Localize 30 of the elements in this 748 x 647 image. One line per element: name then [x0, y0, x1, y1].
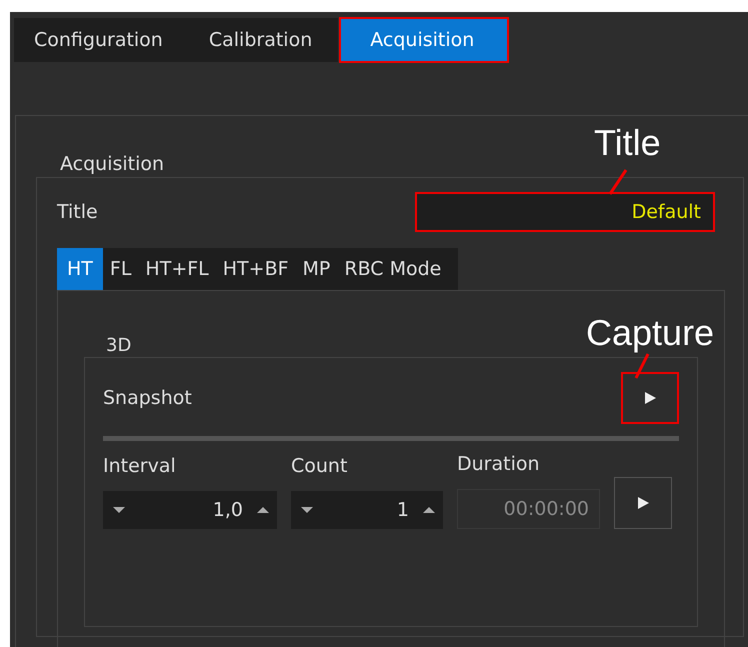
mode-tab[interactable]: RBC Mode	[337, 248, 448, 290]
up-arrow-icon	[257, 506, 269, 514]
down-arrow-icon	[301, 506, 313, 514]
mode-tab[interactable]: FL	[102, 248, 138, 290]
spin-box[interactable]: 1,0	[103, 491, 277, 529]
play-icon	[636, 496, 650, 510]
mode-tab[interactable]: HT	[57, 248, 103, 290]
title-field[interactable]: Default	[415, 192, 715, 232]
mode-tab[interactable]: MP	[296, 248, 338, 290]
snapshot-label: Snapshot	[103, 387, 192, 409]
group-legend: Acquisition	[60, 153, 164, 175]
play-icon	[643, 391, 657, 405]
mode-tab[interactable]: HT+BF	[216, 248, 296, 290]
section-legend: 3D	[106, 335, 132, 356]
tab[interactable]: Acquisition	[340, 18, 508, 62]
field-label: Interval	[103, 455, 177, 477]
tab[interactable]: Configuration	[14, 18, 189, 62]
field-label: Duration	[457, 453, 541, 475]
callout-label: Title	[594, 122, 661, 164]
duration-field: 00:00:00	[457, 489, 600, 529]
tab[interactable]: Calibration	[188, 18, 338, 62]
mode-tab[interactable]: HT+FL	[138, 248, 216, 290]
start-button[interactable]	[614, 477, 672, 529]
field-label: Count	[291, 455, 348, 477]
spin-box[interactable]: 1	[291, 491, 443, 529]
callout-label: Capture	[586, 312, 714, 354]
down-arrow-icon	[113, 506, 125, 514]
capture-button[interactable]	[621, 372, 679, 424]
title-label: Title	[57, 201, 98, 223]
up-arrow-icon	[423, 506, 435, 514]
